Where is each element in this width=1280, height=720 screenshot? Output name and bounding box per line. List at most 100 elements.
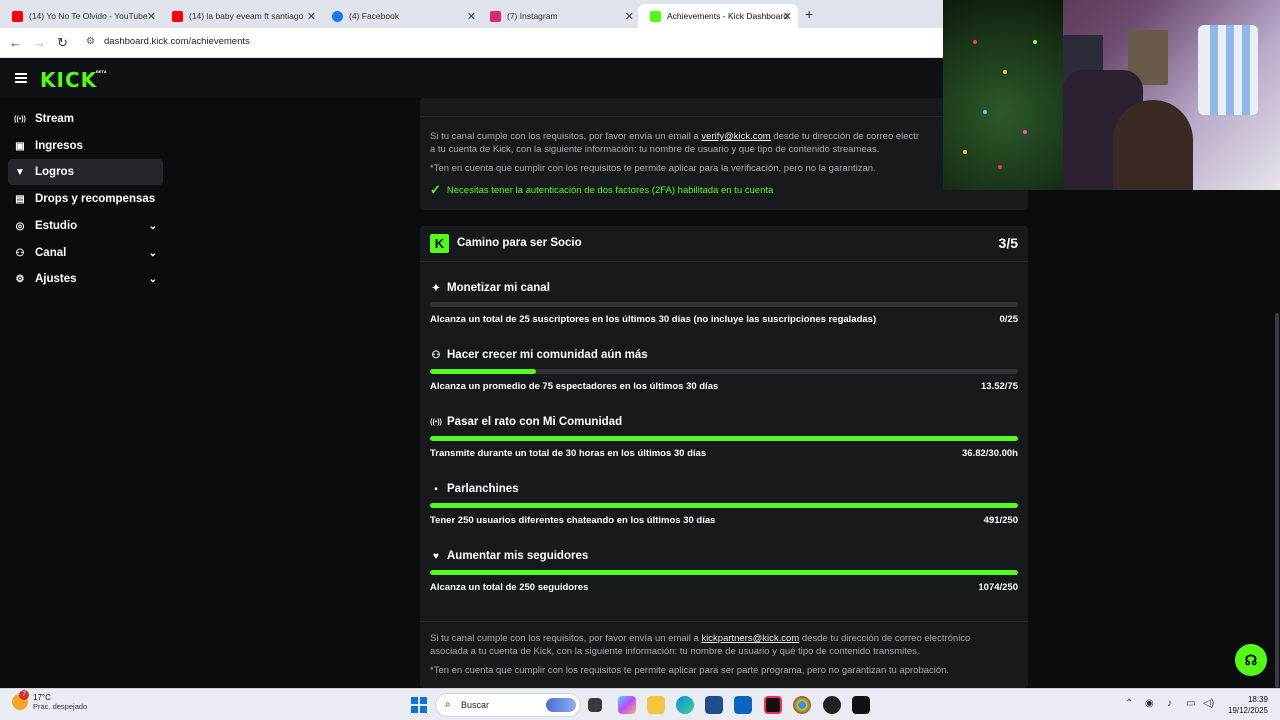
verify-instructions: Si tu canal cumple con los requisitos, p… (430, 131, 920, 142)
notification-badge: 7 (19, 690, 29, 700)
youtube-icon (172, 10, 183, 22)
partner-title: Camino para ser Socio (457, 237, 582, 249)
close-icon[interactable]: ✕ (783, 10, 792, 23)
browser-tab[interactable]: (14) Yo No Te Olvido - YouTube ✕ (0, 4, 162, 28)
url-field[interactable]: dashboard.kick.com/achievements (104, 36, 250, 47)
chevron-up-icon[interactable]: ⌃ (1125, 698, 1133, 709)
sidebar-item-ingresos[interactable]: ▣ Ingresos (8, 133, 163, 159)
instagram-icon (490, 10, 501, 22)
sidebar-item-label: Estudio (35, 220, 78, 232)
check-icon: ✓ (430, 182, 441, 197)
outlook-icon[interactable] (734, 696, 752, 714)
volume-icon[interactable]: ◁) (1203, 698, 1214, 709)
sidebar-item-ajustes[interactable]: ⚙ Ajustes ⌄ (8, 266, 163, 292)
task-value: 1074/250 (978, 582, 1018, 593)
tiktok-icon[interactable] (764, 696, 782, 714)
revenue-icon: ▣ (15, 140, 25, 152)
close-icon[interactable]: ✕ (625, 10, 634, 23)
task-value: 13.52/75 (981, 381, 1018, 392)
chat-icon: ▪ (434, 483, 438, 495)
chevron-down-icon[interactable]: ⌄ (149, 274, 157, 285)
sidebar-item-canal[interactable]: ⚇ Canal ⌄ (8, 240, 163, 266)
support-chat-button[interactable]: ☊ (1235, 644, 1267, 676)
broadcast-icon: ((•)) (430, 418, 442, 426)
browser-tab[interactable]: (14) la baby eveam ft santiago ✕ (160, 4, 322, 28)
partner-instructions-2: asociada a tu cuenta de Kick, con la sig… (430, 646, 920, 657)
partner-header: K Camino para ser Socio 3/5 (420, 226, 1028, 262)
sidebar-item-label: Stream (35, 113, 74, 125)
partner-card: K Camino para ser Socio 3/5 ✦ Monetizar m… (420, 226, 1028, 688)
capcut-icon[interactable] (852, 696, 870, 714)
sun-icon: 7 (12, 690, 29, 710)
close-icon[interactable]: ✕ (147, 10, 156, 23)
back-icon[interactable]: ← (9, 35, 22, 50)
progress-fill (430, 436, 1018, 441)
2fa-requirement: ✓ Necesitas tener la autenticación de do… (430, 182, 774, 197)
task-value: 0/25 (999, 314, 1019, 325)
sidebar-item-label: Ajustes (35, 273, 77, 285)
browser-tab[interactable]: (7) Instagram ✕ (478, 4, 640, 28)
start-button[interactable] (411, 697, 427, 713)
youtube-icon (12, 10, 23, 22)
copilot-icon[interactable] (618, 696, 636, 714)
channel-icon: ⚇ (15, 247, 25, 259)
taskbar-search[interactable]: ⌕ Buscar (435, 693, 581, 717)
close-icon[interactable]: ✕ (467, 10, 476, 23)
clock[interactable]: 18:39 19/12/2025 (1228, 694, 1268, 716)
task-view-icon[interactable] (588, 698, 602, 712)
divider (420, 621, 1028, 622)
browser-tab[interactable]: (4) Facebook ✕ (320, 4, 482, 28)
site-info-icon[interactable]: ⚙ (86, 36, 95, 47)
close-icon[interactable]: ✕ (307, 10, 316, 23)
sidebar-item-stream[interactable]: ((•)) Stream (8, 106, 163, 132)
tray-app-icon[interactable]: ◉ (1145, 698, 1154, 709)
progress-bar (430, 302, 1018, 307)
verify-instructions-2: a tu cuenta de Kick, con la siguiente in… (430, 144, 880, 155)
reload-icon[interactable]: ↻ (57, 35, 68, 51)
community-icon: ⚇ (431, 349, 441, 361)
forward-icon[interactable]: → (33, 35, 46, 50)
task-item: ((•)) Pasar el rato con Mi Comunidad Tran… (430, 416, 1018, 459)
file-explorer-icon[interactable] (647, 696, 665, 714)
chrome-icon[interactable] (793, 696, 811, 714)
task-item: ✦ Monetizar mi canal Alcanza un total de … (430, 282, 1019, 325)
verify-email-link[interactable]: verify@kick.com (701, 131, 770, 142)
task-value: 36.82/30.00h (962, 448, 1018, 459)
weather-widget[interactable]: 7 17°C Prac. despejado (12, 690, 87, 711)
microphone-icon[interactable]: ♪ (1167, 698, 1172, 709)
store-icon[interactable] (705, 696, 723, 714)
new-tab-button[interactable]: + (805, 6, 813, 22)
network-icon[interactable]: ▭ (1186, 698, 1195, 709)
sidebar-item-drops[interactable]: ▤ Drops y recompensas (8, 186, 163, 212)
task-value: 491/250 (983, 515, 1018, 526)
scrollbar[interactable] (1275, 313, 1279, 688)
progress-fill (430, 369, 536, 374)
kick-badge-icon: K (430, 234, 449, 253)
search-icon: ⌕ (445, 699, 451, 710)
sidebar-item-label: Drops y recompensas (35, 193, 156, 205)
kick-logo[interactable]: KICK (40, 68, 97, 92)
facebook-icon (332, 10, 343, 22)
menu-icon[interactable] (15, 73, 27, 83)
sidebar-item-logros[interactable]: ▼ Logros (8, 159, 163, 185)
trophy-icon: ▼ (15, 166, 25, 178)
sidebar-item-label: Logros (35, 166, 74, 178)
beta-badge: BETA (96, 69, 107, 74)
sparkle-icon: ✦ (431, 282, 441, 294)
kick-icon (650, 10, 661, 22)
progress-fill (430, 503, 1018, 508)
progress-fill (430, 570, 1018, 575)
drops-icon: ▤ (15, 193, 25, 205)
chevron-down-icon[interactable]: ⌄ (149, 221, 157, 232)
gear-icon: ⚙ (15, 273, 25, 285)
partner-email-link[interactable]: kickpartners@kick.com (701, 633, 799, 644)
obs-icon[interactable] (823, 696, 841, 714)
search-highlight-icon (546, 698, 576, 712)
streamer (1113, 100, 1193, 190)
sidebar-item-estudio[interactable]: ◎ Estudio ⌄ (8, 213, 163, 239)
edge-icon[interactable] (676, 696, 694, 714)
task-item: ▪ Parlanchines Tener 250 usuarios diferen… (430, 483, 1018, 526)
browser-tab-active[interactable]: Achievements - Kick Dashboard ✕ (638, 4, 798, 28)
chevron-down-icon[interactable]: ⌄ (149, 248, 157, 259)
task-item: ⚇ Hacer crecer mi comunidad aún más Alcan… (430, 349, 1018, 392)
